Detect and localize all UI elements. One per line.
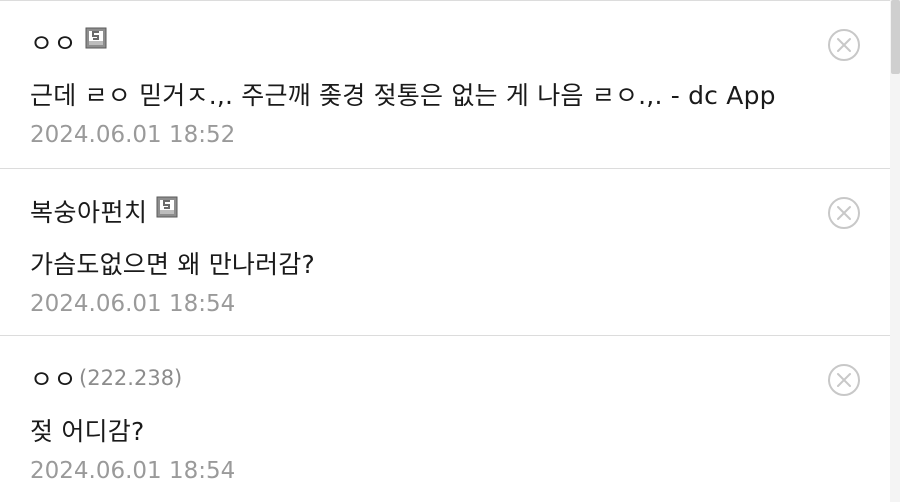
comment-date: 2024.06.01 18:54 xyxy=(30,291,236,317)
comment-list: ㅇㅇ 근데 ㄹㅇ 믿거ㅈ.,. 주근깨 좆경 젖통은 없는 게 나음 ㄹㅇ.,.… xyxy=(0,0,900,502)
comment-author: 복숭아펀치 xyxy=(30,195,178,227)
comment-nickname[interactable]: ㅇㅇ xyxy=(30,24,77,60)
delete-comment-button[interactable] xyxy=(827,363,861,397)
delete-comment-button[interactable] xyxy=(827,196,861,230)
comment-nickname[interactable]: ㅇㅇ xyxy=(30,360,77,396)
comment-nickname[interactable]: 복숭아펀치 xyxy=(30,193,148,229)
comment-item: ㅇㅇ (222.238) 젖 어디감? 2024.06.01 18:54 xyxy=(0,336,890,502)
comment-date: 2024.06.01 18:52 xyxy=(30,122,236,148)
comment-item: ㅇㅇ 근데 ㄹㅇ 믿거ㅈ.,. 주근깨 좆경 젖통은 없는 게 나음 ㄹㅇ.,.… xyxy=(0,0,890,168)
scrollbar-thumb[interactable] xyxy=(891,0,900,74)
comment-author: ㅇㅇ xyxy=(30,26,107,58)
member-badge-icon xyxy=(85,27,107,49)
comment-ip: (222.238) xyxy=(79,366,183,390)
comment-date: 2024.06.01 18:54 xyxy=(30,458,236,484)
comment-text: 젖 어디감? xyxy=(30,417,145,446)
member-badge-icon xyxy=(156,196,178,218)
delete-comment-button[interactable] xyxy=(827,28,861,62)
comment-text: 가슴도없으면 왜 만나러감? xyxy=(30,250,315,279)
comment-item: 복숭아펀치 가슴도없으면 왜 만나러감? 2024.06.01 18:54 xyxy=(0,169,890,335)
scrollbar-track[interactable] xyxy=(890,0,900,502)
comment-text: 근데 ㄹㅇ 믿거ㅈ.,. 주근깨 좆경 젖통은 없는 게 나음 ㄹㅇ.,. - … xyxy=(30,81,776,110)
comment-author: ㅇㅇ (222.238) xyxy=(30,362,182,394)
